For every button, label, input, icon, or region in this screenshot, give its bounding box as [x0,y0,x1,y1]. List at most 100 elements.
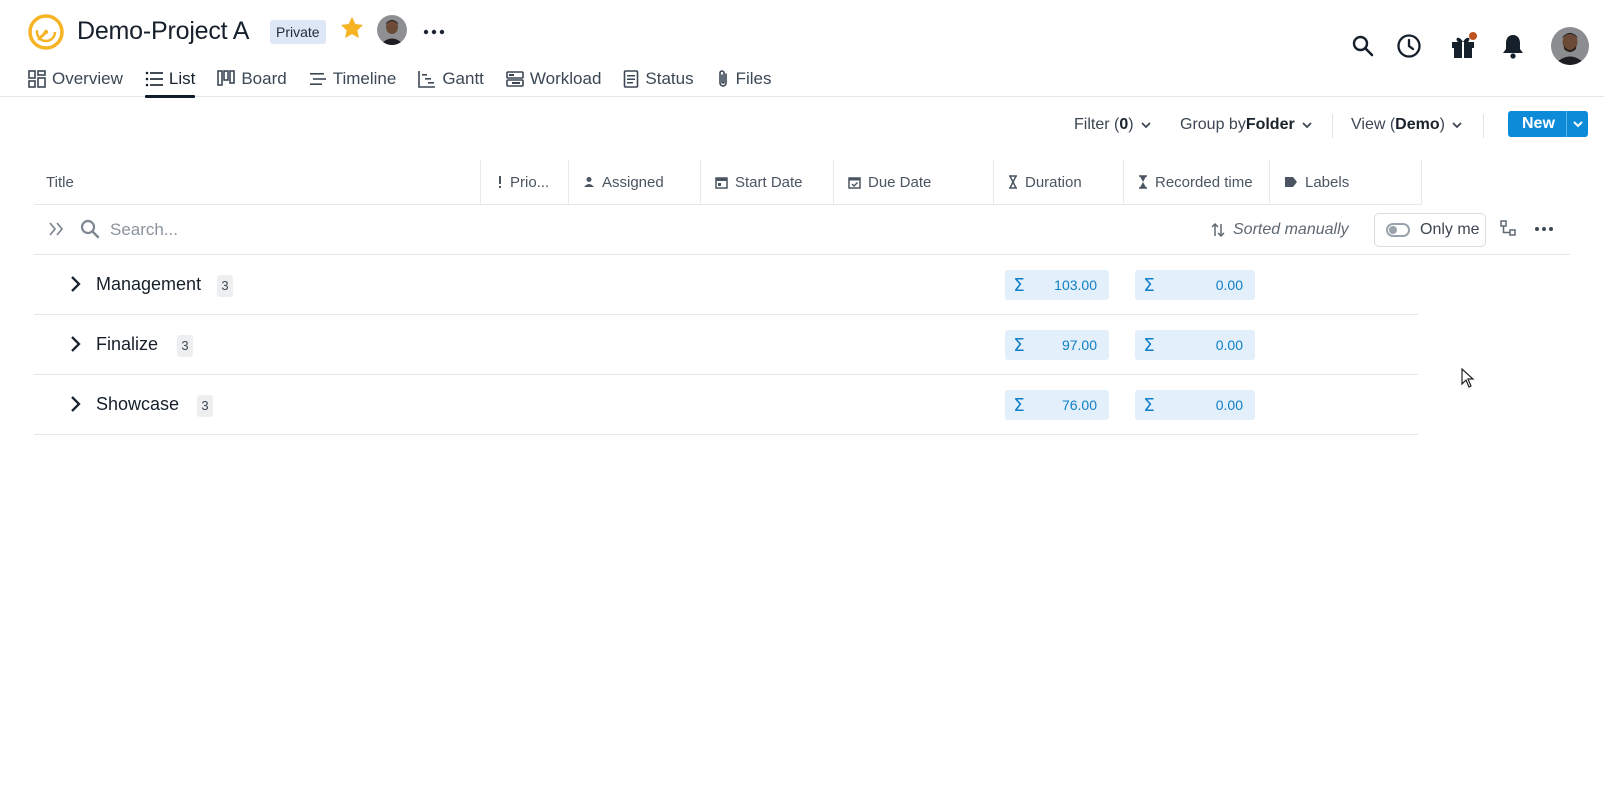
task-count-badge: 3 [177,335,193,357]
tab-gantt[interactable]: Gantt [418,60,484,97]
column-label: Due Date [868,173,932,191]
sigma-icon: Σ [1013,394,1025,416]
recorded-value: 0.00 [1215,337,1243,353]
sigma-icon: Σ [1143,394,1155,416]
column-recorded-time[interactable]: Recorded time [1124,160,1270,204]
status-icon [624,69,639,88]
column-priority[interactable]: Prio... [481,160,569,204]
column-label: Duration [1025,173,1082,191]
view-label: View ( [1351,116,1396,133]
task-count-badge: 3 [197,395,213,417]
recorded-time-sum[interactable]: Σ 0.00 [1135,270,1255,300]
duration-value: 103.00 [1054,277,1097,293]
tab-label: Workload [529,68,602,88]
folder-name[interactable]: Showcase [96,394,179,415]
bell-icon[interactable] [1498,28,1528,64]
chevron-down-icon [1452,122,1462,129]
tab-label: Status [645,68,694,88]
view-button[interactable]: View (Demo) [1351,110,1464,140]
filter-count: 0 [1119,116,1129,133]
sort-icon [1211,222,1225,238]
tab-label: Files [735,68,772,88]
view-suffix: ) [1439,116,1445,133]
duration-value: 76.00 [1061,397,1097,413]
tab-label: Timeline [332,68,397,88]
column-label: Assigned [602,173,664,191]
sigma-icon: Σ [1143,334,1155,356]
clock-icon[interactable] [1394,28,1424,64]
column-due-date[interactable]: Due Date [834,160,994,204]
duration-sum[interactable]: Σ 103.00 [1005,270,1109,300]
column-header-row: Title Prio... Assigned Start Date Due Da… [34,160,1422,205]
subtask-icon[interactable] [1500,220,1516,241]
folder-row-showcase[interactable]: Showcase 3 Σ 76.00 Σ 0.00 [34,375,1418,435]
tab-overview[interactable]: Overview [28,60,123,97]
recorded-time-sum[interactable]: Σ 0.00 [1135,330,1255,360]
tab-files[interactable]: Files [716,60,772,97]
filter-label: Filter ( [1074,116,1120,133]
chevron-right-icon[interactable] [70,335,82,358]
tab-label: Board [241,68,287,88]
tab-workload[interactable]: Workload [506,60,602,97]
search-input[interactable] [110,215,710,245]
recorded-value: 0.00 [1215,397,1243,413]
tab-label: Overview [52,68,123,88]
duration-sum[interactable]: Σ 76.00 [1005,390,1109,420]
tab-timeline[interactable]: Timeline [309,60,397,97]
new-button[interactable]: New [1508,111,1588,137]
column-label: Start Date [735,173,803,191]
project-title[interactable]: Demo-Project A [77,17,249,46]
recorded-time-sum[interactable]: Σ 0.00 [1135,390,1255,420]
column-assigned[interactable]: Assigned [569,160,701,204]
member-avatar[interactable] [377,15,407,45]
task-count-badge: 3 [217,275,233,297]
sigma-icon: Σ [1143,274,1155,296]
user-avatar[interactable] [1551,27,1589,65]
more-options-icon[interactable] [1532,217,1556,246]
toolbar-divider [1332,114,1333,138]
column-labels[interactable]: Labels [1270,160,1422,204]
gift-icon[interactable] [1448,28,1478,64]
chevron-right-icon[interactable] [70,395,82,418]
folder-name[interactable]: Management [96,274,201,295]
search-row: Sorted manually Only me [34,205,1570,255]
duration-sum[interactable]: Σ 97.00 [1005,330,1109,360]
tag-icon [1285,177,1297,187]
column-duration[interactable]: Duration [994,160,1124,204]
visibility-badge: Private [270,20,326,44]
recorded-value: 0.00 [1215,277,1243,293]
filter-suffix: ) [1128,116,1134,133]
star-icon[interactable] [338,14,366,42]
duration-value: 97.00 [1061,337,1097,353]
timeline-icon [309,72,326,85]
column-start-date[interactable]: Start Date [701,160,834,204]
sort-button[interactable]: Sorted manually [1211,218,1349,242]
folder-row-management[interactable]: Management 3 Σ 103.00 Σ 0.00 [34,255,1418,315]
only-me-toggle[interactable]: Only me [1374,213,1486,247]
folder-name[interactable]: Finalize [96,334,158,355]
expand-all-icon[interactable] [48,221,66,242]
tab-label: List [168,68,196,88]
sigma-icon: Σ [1013,334,1025,356]
chevron-right-icon[interactable] [70,275,82,298]
tab-status[interactable]: Status [623,60,694,97]
sigma-icon: Σ [1013,274,1025,296]
group-by-value: Folder [1245,116,1295,133]
column-label: Labels [1305,173,1350,191]
more-options-icon[interactable] [421,19,447,45]
tab-label: Gantt [442,68,484,88]
tab-board[interactable]: Board [217,60,287,97]
tab-list[interactable]: List [144,60,196,98]
search-icon[interactable] [1348,28,1378,64]
group-by-button[interactable]: Group by Folder [1180,110,1314,140]
filter-button[interactable]: Filter (0) [1074,110,1153,140]
view-value: Demo [1395,116,1440,133]
gantt-icon [418,70,436,88]
paperclip-icon [718,69,727,87]
new-button-label: New [1522,115,1555,132]
folder-row-finalize[interactable]: Finalize 3 Σ 97.00 Σ 0.00 [34,315,1418,375]
chevron-down-icon[interactable] [1566,111,1588,137]
column-title[interactable]: Title [34,160,481,204]
toggle-switch[interactable] [1386,223,1410,237]
calendar-icon [715,176,728,189]
